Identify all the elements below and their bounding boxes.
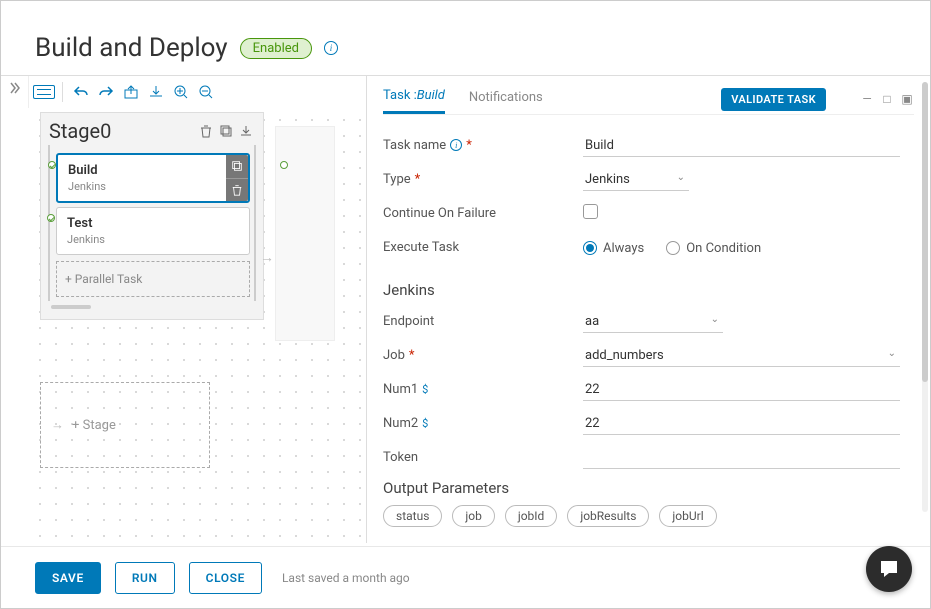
run-button[interactable]: RUN — [115, 562, 175, 594]
output-param-chips: status job jobId jobResults jobUrl — [383, 505, 900, 527]
num2-input[interactable] — [583, 413, 900, 435]
task-title: Build — [68, 163, 220, 178]
page-title: Build and Deploy — [35, 33, 228, 63]
zoom-out-button[interactable] — [195, 81, 217, 103]
task-subtitle: Jenkins — [68, 180, 220, 193]
section-jenkins: Jenkins — [383, 281, 900, 299]
job-select[interactable] — [583, 345, 900, 367]
zoom-in-button[interactable] — [170, 81, 192, 103]
execute-on-condition-radio[interactable] — [666, 241, 680, 255]
validate-task-button[interactable]: VALIDATE TASK — [721, 88, 826, 111]
task-status-icon — [47, 214, 55, 222]
copy-task-icon[interactable] — [226, 155, 248, 179]
task-card-build[interactable]: Build Jenkins — [56, 153, 250, 203]
close-button[interactable]: CLOSE — [189, 562, 262, 594]
redo-button[interactable] — [95, 81, 117, 103]
chip[interactable]: job — [452, 505, 494, 527]
restore-icon[interactable]: □ — [880, 92, 894, 106]
chip[interactable]: jobUrl — [659, 505, 716, 527]
pipeline-canvas-column: Stage0 Build Jenkins — [28, 75, 366, 543]
chip[interactable]: jobId — [505, 505, 557, 527]
pipeline-canvas[interactable]: Stage0 Build Jenkins — [28, 108, 366, 544]
last-saved-text: Last saved a month ago — [282, 571, 410, 585]
delete-task-icon[interactable] — [226, 179, 248, 202]
next-stage-hint: → — [275, 126, 335, 341]
undo-button[interactable] — [70, 81, 92, 103]
minimize-icon[interactable]: — — [860, 92, 874, 106]
info-icon[interactable]: i — [324, 41, 338, 55]
delete-stage-icon[interactable] — [197, 122, 215, 140]
task-title: Test — [67, 216, 239, 231]
token-input[interactable] — [583, 447, 900, 469]
task-details-panel: Task :Build Notifications VALIDATE TASK … — [366, 75, 930, 543]
left-rail-toggle[interactable] — [1, 75, 28, 543]
footer: SAVE RUN CLOSE Last saved a month ago — [1, 546, 930, 608]
maximize-icon[interactable]: ▣ — [900, 92, 914, 106]
info-icon[interactable]: i — [450, 139, 462, 151]
add-parallel-task[interactable]: + Parallel Task — [56, 261, 250, 297]
stage-title: Stage0 — [49, 119, 195, 143]
task-status-icon — [48, 161, 56, 169]
chip[interactable]: status — [383, 505, 442, 527]
keyboard-icon[interactable] — [33, 81, 55, 103]
stage-card[interactable]: Stage0 Build Jenkins — [40, 112, 264, 320]
task-name-input[interactable] — [583, 135, 900, 157]
num1-input[interactable] — [583, 379, 900, 401]
import-button[interactable] — [145, 81, 167, 103]
tab-task[interactable]: Task :Build — [383, 84, 445, 114]
chat-icon — [877, 557, 901, 581]
chip[interactable]: jobResults — [567, 505, 649, 527]
add-stage[interactable]: → + Stage — [40, 382, 210, 468]
task-card-test[interactable]: Test Jenkins — [56, 207, 250, 255]
chat-launcher[interactable] — [866, 546, 912, 592]
endpoint-select[interactable] — [583, 311, 723, 333]
tab-notifications[interactable]: Notifications — [469, 86, 543, 113]
status-badge: Enabled — [240, 38, 312, 59]
task-subtitle: Jenkins — [67, 233, 239, 246]
continue-on-failure-checkbox[interactable] — [583, 204, 598, 219]
copy-stage-icon[interactable] — [217, 122, 235, 140]
chevrons-right-icon — [9, 82, 21, 94]
export-button[interactable] — [120, 81, 142, 103]
download-stage-icon[interactable] — [237, 122, 255, 140]
execute-always-radio[interactable] — [583, 241, 597, 255]
save-button[interactable]: SAVE — [35, 562, 101, 594]
page-header: Build and Deploy Enabled i — [1, 1, 930, 75]
canvas-toolbar — [28, 76, 366, 108]
scrollbar[interactable] — [922, 82, 928, 512]
type-select[interactable] — [583, 169, 689, 191]
section-output: Output Parameters — [383, 479, 900, 497]
